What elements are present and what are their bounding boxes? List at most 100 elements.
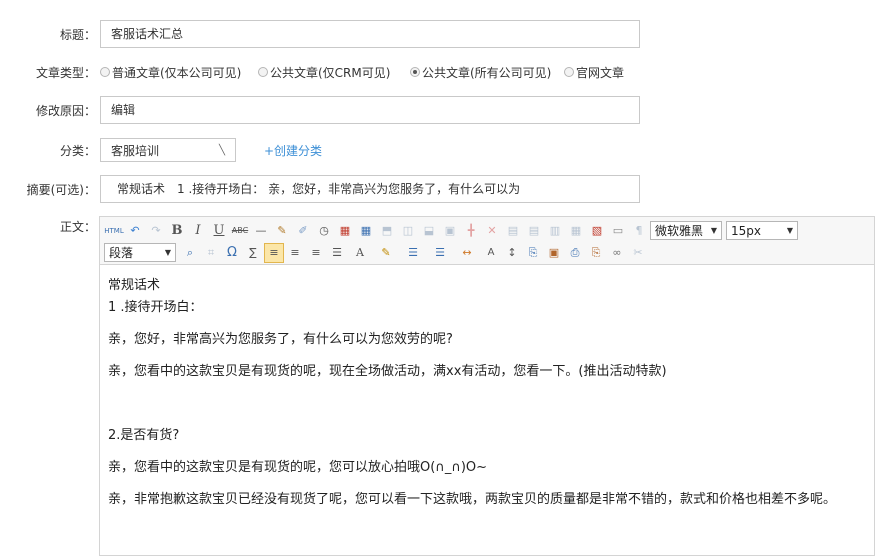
image-icon[interactable]: ▣ [544,243,564,263]
summary-input[interactable]: 常规话术 1 .接待开场白： 亲，您好，非常高兴为您服务了，有什么可以为 [100,175,640,203]
ordered-list-icon[interactable]: ☰ [400,243,426,263]
radio-public-label: 公共文章(所有公司可见) [422,65,552,80]
caret-down-icon: ▼ [710,226,717,235]
align-right-icon[interactable]: ≡ [306,243,326,263]
radio-private-dot[interactable] [100,67,110,77]
time-icon[interactable]: ◷ [314,221,334,241]
body-label-row: 正文： [0,218,100,235]
split-cells-icon[interactable]: ╋ [461,221,481,241]
create-category-link[interactable]: +创建分类 [264,142,322,159]
bold-button[interactable]: B [167,221,187,241]
content-section-2-title: 2.是否有货? [108,428,180,443]
font-size-select[interactable]: 15px ▼ [726,221,798,240]
strikethrough-button[interactable]: ABC [230,221,250,241]
radio-crm-label: 公共文章(仅CRM可见) [270,65,391,80]
search-replace-icon[interactable]: ⌕ [180,243,200,263]
unordered-list-icon[interactable]: ☰ [427,243,453,263]
editor-toolbar: HTML ↶ ↷ B I U ABC — ✎ ✐ ◷ ▦ ▦ ⬒ ◫ ⬓ ▣ ╋… [100,217,874,265]
content-blank-line [108,393,866,425]
radio-public-article[interactable]: 公共文章(所有公司可见) [410,64,564,81]
reason-input[interactable]: 编辑 [100,96,640,124]
content-section-1-p2: 亲，您看中的这款宝贝是有现货的呢，现在全场做活动，满xx有活动，您看一下。(推出… [108,364,667,379]
row-props-icon[interactable]: ▤ [524,221,544,241]
highlight-color-icon[interactable]: ✎ [373,243,399,263]
title-label: 标题： [59,27,96,42]
summary-label: 摘要(可选)： [26,182,96,197]
align-justify-icon[interactable]: ☰ [327,243,347,263]
font-color-button[interactable]: A [348,243,372,263]
body-label: 正文： [59,220,96,234]
underline-button[interactable]: U [209,221,229,241]
undo-icon[interactable]: ↶ [125,221,145,241]
category-label: 分类： [59,143,96,158]
content-section-1-p1: 亲，您好，非常高兴为您服务了，有什么可以为您效劳的呢? [108,332,453,347]
paragraph-format-select[interactable]: 段落 ▼ [104,243,176,262]
indent-icon[interactable]: A [481,243,501,263]
align-center-icon[interactable]: ≡ [285,243,305,263]
unlink-icon[interactable]: ✂ [628,243,648,263]
table-props-icon[interactable]: ▤ [503,221,523,241]
radio-private-article[interactable]: 普通文章(仅本公司可见) [100,64,258,81]
page-break-icon[interactable]: ▭ [608,221,628,241]
merge-cells-icon[interactable]: ▣ [440,221,460,241]
radio-crm-article[interactable]: 公共文章(仅CRM可见) [258,64,410,81]
editor-content[interactable]: 常规话术 1 .接待开场白： 亲，您好，非常高兴为您服务了，有什么可以为您效劳的… [100,265,874,511]
html-source-button[interactable]: HTML [104,221,124,241]
date-icon[interactable]: ▦ [335,221,355,241]
formula-icon[interactable]: ∑ [243,243,263,263]
category-row: 分类： 客服培训 ╲ +创建分类 [0,138,322,162]
align-left-icon[interactable]: ≡ [264,242,284,263]
toolbar-row-2: 段落 ▼ ⌕ ⌗ Ω ∑ ≡ ≡ ≡ ☰ A ✎ ☰ ☰ ↔ A ↕ ⎘ ▣ ⎙… [104,242,870,263]
delete-cells-icon[interactable]: ✕ [482,221,502,241]
eraser-icon[interactable]: ✐ [293,221,313,241]
category-select[interactable]: 客服培训 ╲ [100,138,236,162]
format-brush-icon[interactable]: ✎ [272,221,292,241]
font-size-value: 15px [731,223,761,238]
font-scale-icon[interactable]: ↕ [502,243,522,263]
content-section-1-title: 1 .接待开场白： [108,300,203,315]
reason-row: 修改原因： 编辑 [0,96,640,124]
paragraph-format-value: 段落 [109,246,134,260]
radio-private-label: 普通文章(仅本公司可见) [112,65,242,80]
content-heading: 常规话术 [108,278,161,293]
link-icon[interactable]: ∞ [607,243,627,263]
title-input[interactable]: 客服话术汇总 [100,20,640,48]
content-section-2-p2: 亲，非常抱歉这款宝贝已经没有现货了呢，您可以看一下这款哦，两款宝贝的质量都是非常… [108,492,837,507]
rich-text-editor: HTML ↶ ↷ B I U ABC — ✎ ✐ ◷ ▦ ▦ ⬒ ◫ ⬓ ▣ ╋… [99,216,875,556]
image-search-icon[interactable]: ⌗ [201,243,221,263]
italic-button[interactable]: I [188,221,208,241]
radio-website-label: 官网文章 [576,65,625,80]
radio-public-dot[interactable] [410,67,420,77]
redo-icon[interactable]: ↷ [146,221,166,241]
line-height-icon[interactable]: ↔ [454,243,480,263]
insert-row-below-icon[interactable]: ⬓ [419,221,439,241]
article-type-label: 文章类型： [35,65,96,80]
category-select-value: 客服培训 [111,143,160,158]
title-row: 标题： 客服话术汇总 [0,20,640,48]
article-type-radio-group: 普通文章(仅本公司可见) 公共文章(仅CRM可见) 公共文章(所有公司可见) 官… [100,64,624,81]
radio-website-dot[interactable] [564,67,574,77]
radio-crm-dot[interactable] [258,67,268,77]
caret-down-icon: ▼ [164,248,171,257]
horizontal-rule-icon[interactable]: — [251,221,271,241]
col-props-icon[interactable]: ▥ [545,221,565,241]
caret-down-icon: ▼ [786,226,793,235]
clipboard-icon[interactable]: ⎘ [586,243,606,263]
text-direction-icon[interactable]: ¶ [629,221,649,241]
radio-website-article[interactable]: 官网文章 [564,64,624,81]
content-section-2-p1: 亲，您看中的这款宝贝是有现货的呢，您可以放心拍哦O(∩_∩)O~ [108,460,488,475]
cell-props-icon[interactable]: ▦ [566,221,586,241]
table-icon[interactable]: ▦ [356,221,376,241]
insert-row-above-icon[interactable]: ⬒ [377,221,397,241]
reason-label: 修改原因： [35,103,96,118]
insert-col-left-icon[interactable]: ◫ [398,221,418,241]
paste-text-icon[interactable]: ⎘ [523,243,543,263]
font-family-value: 微软雅黑 [655,224,704,238]
font-family-select[interactable]: 微软雅黑 ▼ [650,221,722,240]
article-type-row: 文章类型： 普通文章(仅本公司可见) 公共文章(仅CRM可见) 公共文章(所有公… [0,62,624,82]
summary-row: 摘要(可选)： 常规话术 1 .接待开场白： 亲，您好，非常高兴为您服务了，有什… [0,175,640,203]
special-char-icon[interactable]: Ω [222,243,242,263]
template-icon[interactable]: ▧ [587,221,607,241]
attachment-icon[interactable]: ⎙ [565,243,585,263]
toolbar-row-1: HTML ↶ ↷ B I U ABC — ✎ ✐ ◷ ▦ ▦ ⬒ ◫ ⬓ ▣ ╋… [104,220,870,241]
